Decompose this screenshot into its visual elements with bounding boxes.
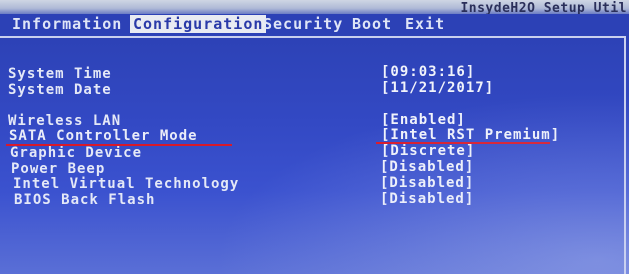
setting-label-system-time: System Time [8, 66, 112, 82]
tab-information[interactable]: Information [12, 15, 122, 33]
setting-label-sata-controller-mode: SATA Controller Mode [9, 128, 198, 144]
menu-bar: Information Configuration Security Boot … [0, 14, 629, 34]
setting-label-system-date: System Date [8, 82, 112, 98]
setting-label-power-beep: Power Beep [11, 161, 106, 177]
setting-value-system-time[interactable]: [09:03:16] [381, 64, 475, 80]
tab-security[interactable]: Security [263, 15, 343, 33]
setting-label-wireless-lan: Wireless LAN [8, 113, 122, 129]
tab-boot[interactable]: Boot [352, 15, 392, 33]
setting-label-graphic-device: Graphic Device [10, 145, 143, 161]
setting-value-sata-controller-mode[interactable]: [Intel RST Premium] [381, 127, 560, 143]
setting-label-bios-back-flash: BIOS Back Flash [14, 192, 156, 208]
setting-value-graphic-device[interactable]: [Discrete] [381, 143, 475, 159]
setting-label-intel-virtual-technology: Intel Virtual Technology [13, 176, 240, 192]
tab-configuration[interactable]: Configuration [130, 15, 267, 33]
bios-screen: InsydeH2O Setup Util Information Configu… [0, 0, 629, 274]
setting-value-intel-virtual-technology[interactable]: [Disabled] [380, 175, 474, 191]
tab-exit[interactable]: Exit [405, 15, 445, 33]
setting-value-wireless-lan[interactable]: [Enabled] [381, 112, 466, 128]
setting-value-power-beep[interactable]: [Disabled] [380, 159, 474, 175]
highlight-underline-label [6, 144, 232, 146]
title-strip: InsydeH2O Setup Util [0, 0, 629, 16]
highlight-underline-value [376, 142, 550, 144]
setting-value-system-date[interactable]: [11/21/2017] [381, 80, 494, 96]
setting-value-bios-back-flash[interactable]: [Disabled] [380, 191, 474, 207]
